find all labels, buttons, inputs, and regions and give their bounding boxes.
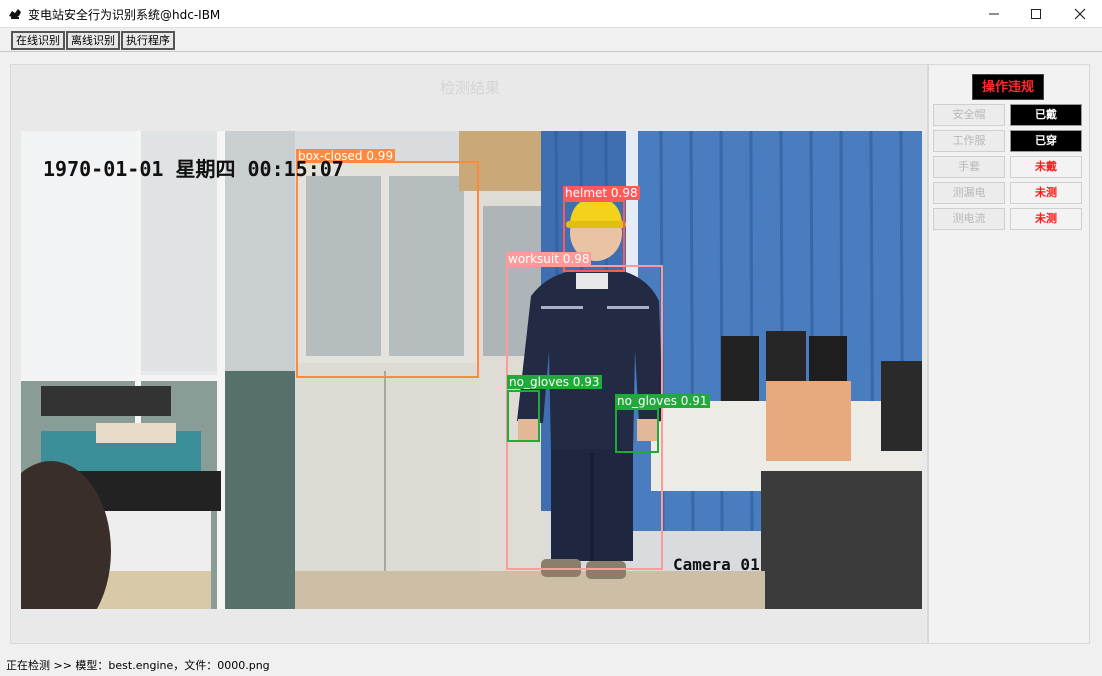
panel-title: 检测结果 [439,79,500,97]
camera-frame: box-closed 0.99 helmet 0.98 worksuit 0.9… [21,131,922,609]
app-icon [9,9,21,19]
camera-label: Camera 01 [673,555,760,574]
minimize-button[interactable] [972,0,1016,28]
close-button[interactable] [1058,0,1102,28]
status-row-leakage: 测漏电 未测 [933,182,1085,204]
detection-label-no-gloves-right: no_gloves 0.91 [615,394,710,408]
minimize-icon [989,13,999,15]
window-title: 变电站安全行为识别系统@hdc-IBM [28,8,221,22]
status-row-current: 测电流 未测 [933,208,1085,230]
status-row-gloves: 手套 未戴 [933,156,1085,178]
detection-label-no-gloves-left: no_gloves 0.93 [507,375,602,389]
worksuit-status: 已穿 [1010,130,1082,152]
run-program-button[interactable]: 执行程序 [121,31,175,50]
status-panel: 操作违规 安全帽 已戴 工作服 已穿 手套 未戴 测漏电 未测 测电流 未测 [928,64,1090,644]
current-status: 未测 [1010,208,1082,230]
detection-label-helmet: helmet 0.98 [563,186,640,200]
helmet-check-button[interactable]: 安全帽 [933,104,1005,126]
violation-indicator: 操作违规 [972,74,1044,100]
title-bar: 变电站安全行为识别系统@hdc-IBM [0,0,1102,28]
maximize-button[interactable] [1014,0,1058,28]
toolbar: 在线识别 离线识别 执行程序 [0,28,1102,52]
current-test-button[interactable]: 测电流 [933,208,1005,230]
leakage-status: 未测 [1010,182,1082,204]
gloves-check-button[interactable]: 手套 [933,156,1005,178]
online-recognition-button[interactable]: 在线识别 [11,31,65,50]
detection-label-worksuit: worksuit 0.98 [506,252,592,266]
status-bar: 正在检测 >> 模型：best.engine，文件：0000.png [6,659,270,672]
helmet-status: 已戴 [1010,104,1082,126]
status-row-worksuit: 工作服 已穿 [933,130,1085,152]
offline-recognition-button[interactable]: 离线识别 [66,31,120,50]
status-row-helmet: 安全帽 已戴 [933,104,1085,126]
frame-timestamp: 1970-01-01 星期四 00:15:07 [43,157,344,181]
close-icon [1074,8,1086,20]
detection-panel: 检测结果 box-closed 0.99 helmet 0.98 worksui… [10,64,928,644]
scene-image [21,131,922,609]
gloves-status: 未戴 [1010,156,1082,178]
maximize-icon [1031,9,1041,19]
leakage-test-button[interactable]: 测漏电 [933,182,1005,204]
worksuit-check-button[interactable]: 工作服 [933,130,1005,152]
